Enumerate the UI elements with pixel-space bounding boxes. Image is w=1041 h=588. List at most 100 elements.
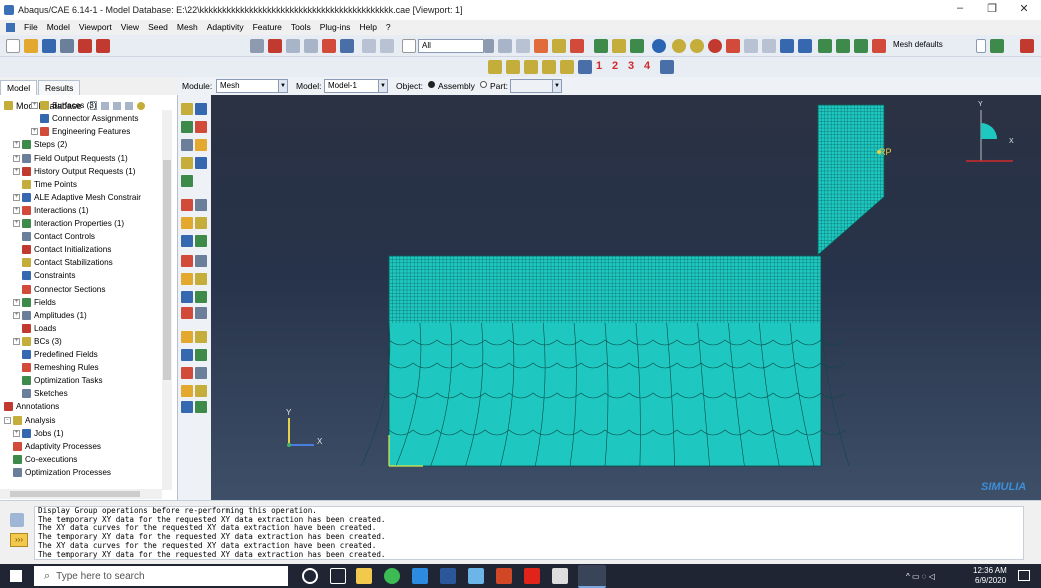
part-radio[interactable] <box>480 81 487 88</box>
display-13-icon[interactable] <box>1020 39 1034 53</box>
minimize-button[interactable]: – <box>945 2 975 18</box>
mesh-tool-icon[interactable] <box>181 331 193 343</box>
mesh-tool-icon[interactable] <box>195 217 207 229</box>
mesh-tool-icon[interactable] <box>195 103 207 115</box>
mesh-tool-icon[interactable] <box>181 103 193 115</box>
chrome-icon[interactable] <box>384 568 400 584</box>
view-number-4[interactable]: 4 <box>644 60 650 72</box>
mesh-tool-icon[interactable] <box>195 255 207 267</box>
csys-icon[interactable] <box>660 60 674 74</box>
menu-adaptivity[interactable]: Adaptivity <box>207 22 244 32</box>
select-tool-4-icon[interactable] <box>570 39 584 53</box>
mesh-tool-icon[interactable] <box>195 349 207 361</box>
mesh-tool-icon[interactable] <box>181 401 193 413</box>
tab-model[interactable]: Model <box>0 80 38 95</box>
expand-icon[interactable]: + <box>13 206 20 214</box>
mesh-tool-icon[interactable] <box>195 331 207 343</box>
mesh-tool-icon[interactable] <box>181 157 193 169</box>
view-number-2[interactable]: 2 <box>612 60 618 72</box>
tree-item[interactable]: + Surfaces (3) <box>31 100 97 111</box>
mesh-tool-icon[interactable] <box>181 273 193 285</box>
tree-item[interactable]: + Engineering Features <box>31 126 130 137</box>
view-2-icon[interactable] <box>506 60 520 74</box>
mesh-tool-icon[interactable] <box>195 199 207 211</box>
select-tool-1-icon[interactable] <box>516 39 530 53</box>
notification-icon[interactable] <box>1018 570 1030 581</box>
tree-item[interactable]: Contact Initializations <box>22 244 111 255</box>
mesh-tool-icon[interactable] <box>181 307 193 319</box>
zoom-icon[interactable] <box>286 39 300 53</box>
display-8-icon[interactable] <box>798 39 812 53</box>
info-icon[interactable] <box>652 39 666 53</box>
acrobat-icon[interactable] <box>524 568 540 584</box>
select-tool-3-icon[interactable] <box>552 39 566 53</box>
expand-icon[interactable]: + <box>13 167 20 175</box>
menu-file[interactable]: File <box>24 22 38 32</box>
abaqus-taskbar-icon[interactable] <box>578 565 606 588</box>
render-2-icon[interactable] <box>612 39 626 53</box>
word-icon[interactable] <box>440 568 456 584</box>
tree-item[interactable]: Connector Assignments <box>40 113 138 124</box>
menu-model[interactable]: Model <box>47 22 70 32</box>
tree-item[interactable]: Adaptivity Processes <box>13 441 101 452</box>
taskbar-search[interactable]: ⌕ Type here to search <box>34 566 288 586</box>
display-12-icon[interactable] <box>990 39 1004 53</box>
mesh-tool-icon[interactable] <box>195 291 207 303</box>
auto-fit-icon[interactable] <box>322 39 336 53</box>
assembly-radio[interactable] <box>428 81 435 88</box>
menu-viewport[interactable]: Viewport <box>79 22 112 32</box>
tree-item[interactable]: Time Points <box>22 179 77 190</box>
mesh-tool-icon[interactable] <box>181 291 193 303</box>
expand-icon[interactable]: + <box>13 220 20 228</box>
model-icon[interactable] <box>78 39 92 53</box>
view-5-icon[interactable] <box>560 60 574 74</box>
render-1-icon[interactable] <box>594 39 608 53</box>
windows-start-icon[interactable] <box>10 570 22 582</box>
save-icon[interactable] <box>42 39 56 53</box>
tree-hscrollbar[interactable] <box>0 489 162 499</box>
app-icon-1[interactable] <box>468 568 484 584</box>
display-1-icon[interactable] <box>672 39 686 53</box>
display-2-icon[interactable] <box>690 39 704 53</box>
expand-icon[interactable]: + <box>31 102 38 110</box>
cortana-icon[interactable] <box>302 568 318 584</box>
display-4-icon[interactable] <box>726 39 740 53</box>
tree-item[interactable]: + Steps (2) <box>13 139 67 150</box>
mesh-tool-icon[interactable] <box>181 199 193 211</box>
tree-item[interactable]: Sketches <box>22 388 68 399</box>
pan-icon[interactable] <box>250 39 264 53</box>
tree-item[interactable]: Predefined Fields <box>22 349 98 360</box>
expand-icon[interactable]: + <box>13 154 20 162</box>
view-3-icon[interactable] <box>524 60 538 74</box>
mesh-tool-icon[interactable] <box>195 273 207 285</box>
close-button[interactable]: ✕ <box>1009 2 1039 18</box>
model-select[interactable]: Model-1 ▼ <box>324 79 388 93</box>
cycle-views-icon[interactable] <box>340 39 354 53</box>
mesh-defaults-dropdown-icon[interactable] <box>976 39 986 53</box>
tree-item[interactable]: Contact Stabilizations <box>22 257 113 268</box>
clock-date[interactable]: 6/9/2020 <box>975 576 1006 585</box>
tree-item[interactable]: Connector Sections <box>22 283 105 294</box>
result-icon[interactable] <box>96 39 110 53</box>
measure-icon[interactable] <box>380 39 394 53</box>
mail-icon[interactable] <box>412 568 428 584</box>
expand-icon[interactable]: + <box>13 337 20 345</box>
mesh-tool-icon[interactable] <box>181 217 193 229</box>
expand-icon[interactable]: + <box>13 311 20 319</box>
expand-icon[interactable]: + <box>13 429 20 437</box>
menu-help[interactable]: Help <box>359 22 376 32</box>
tree-item[interactable]: + ALE Adaptive Mesh Constrair <box>13 192 141 203</box>
rotate-icon[interactable] <box>268 39 282 53</box>
pick-icon[interactable] <box>498 39 512 53</box>
tab-results[interactable]: Results <box>38 80 81 95</box>
powerpoint-icon[interactable] <box>496 568 512 584</box>
mesh-tool-icon[interactable] <box>195 139 207 151</box>
open-folder-icon[interactable] <box>24 39 38 53</box>
tree-item[interactable]: + Jobs (1) <box>13 428 64 439</box>
view-1-icon[interactable] <box>488 60 502 74</box>
expand-icon[interactable]: + <box>13 193 20 201</box>
tree-item[interactable]: Annotations <box>4 401 59 412</box>
query-icon[interactable] <box>362 39 376 53</box>
expand-icon[interactable]: + <box>31 128 38 136</box>
tree-item[interactable]: Contact Controls <box>22 231 95 242</box>
